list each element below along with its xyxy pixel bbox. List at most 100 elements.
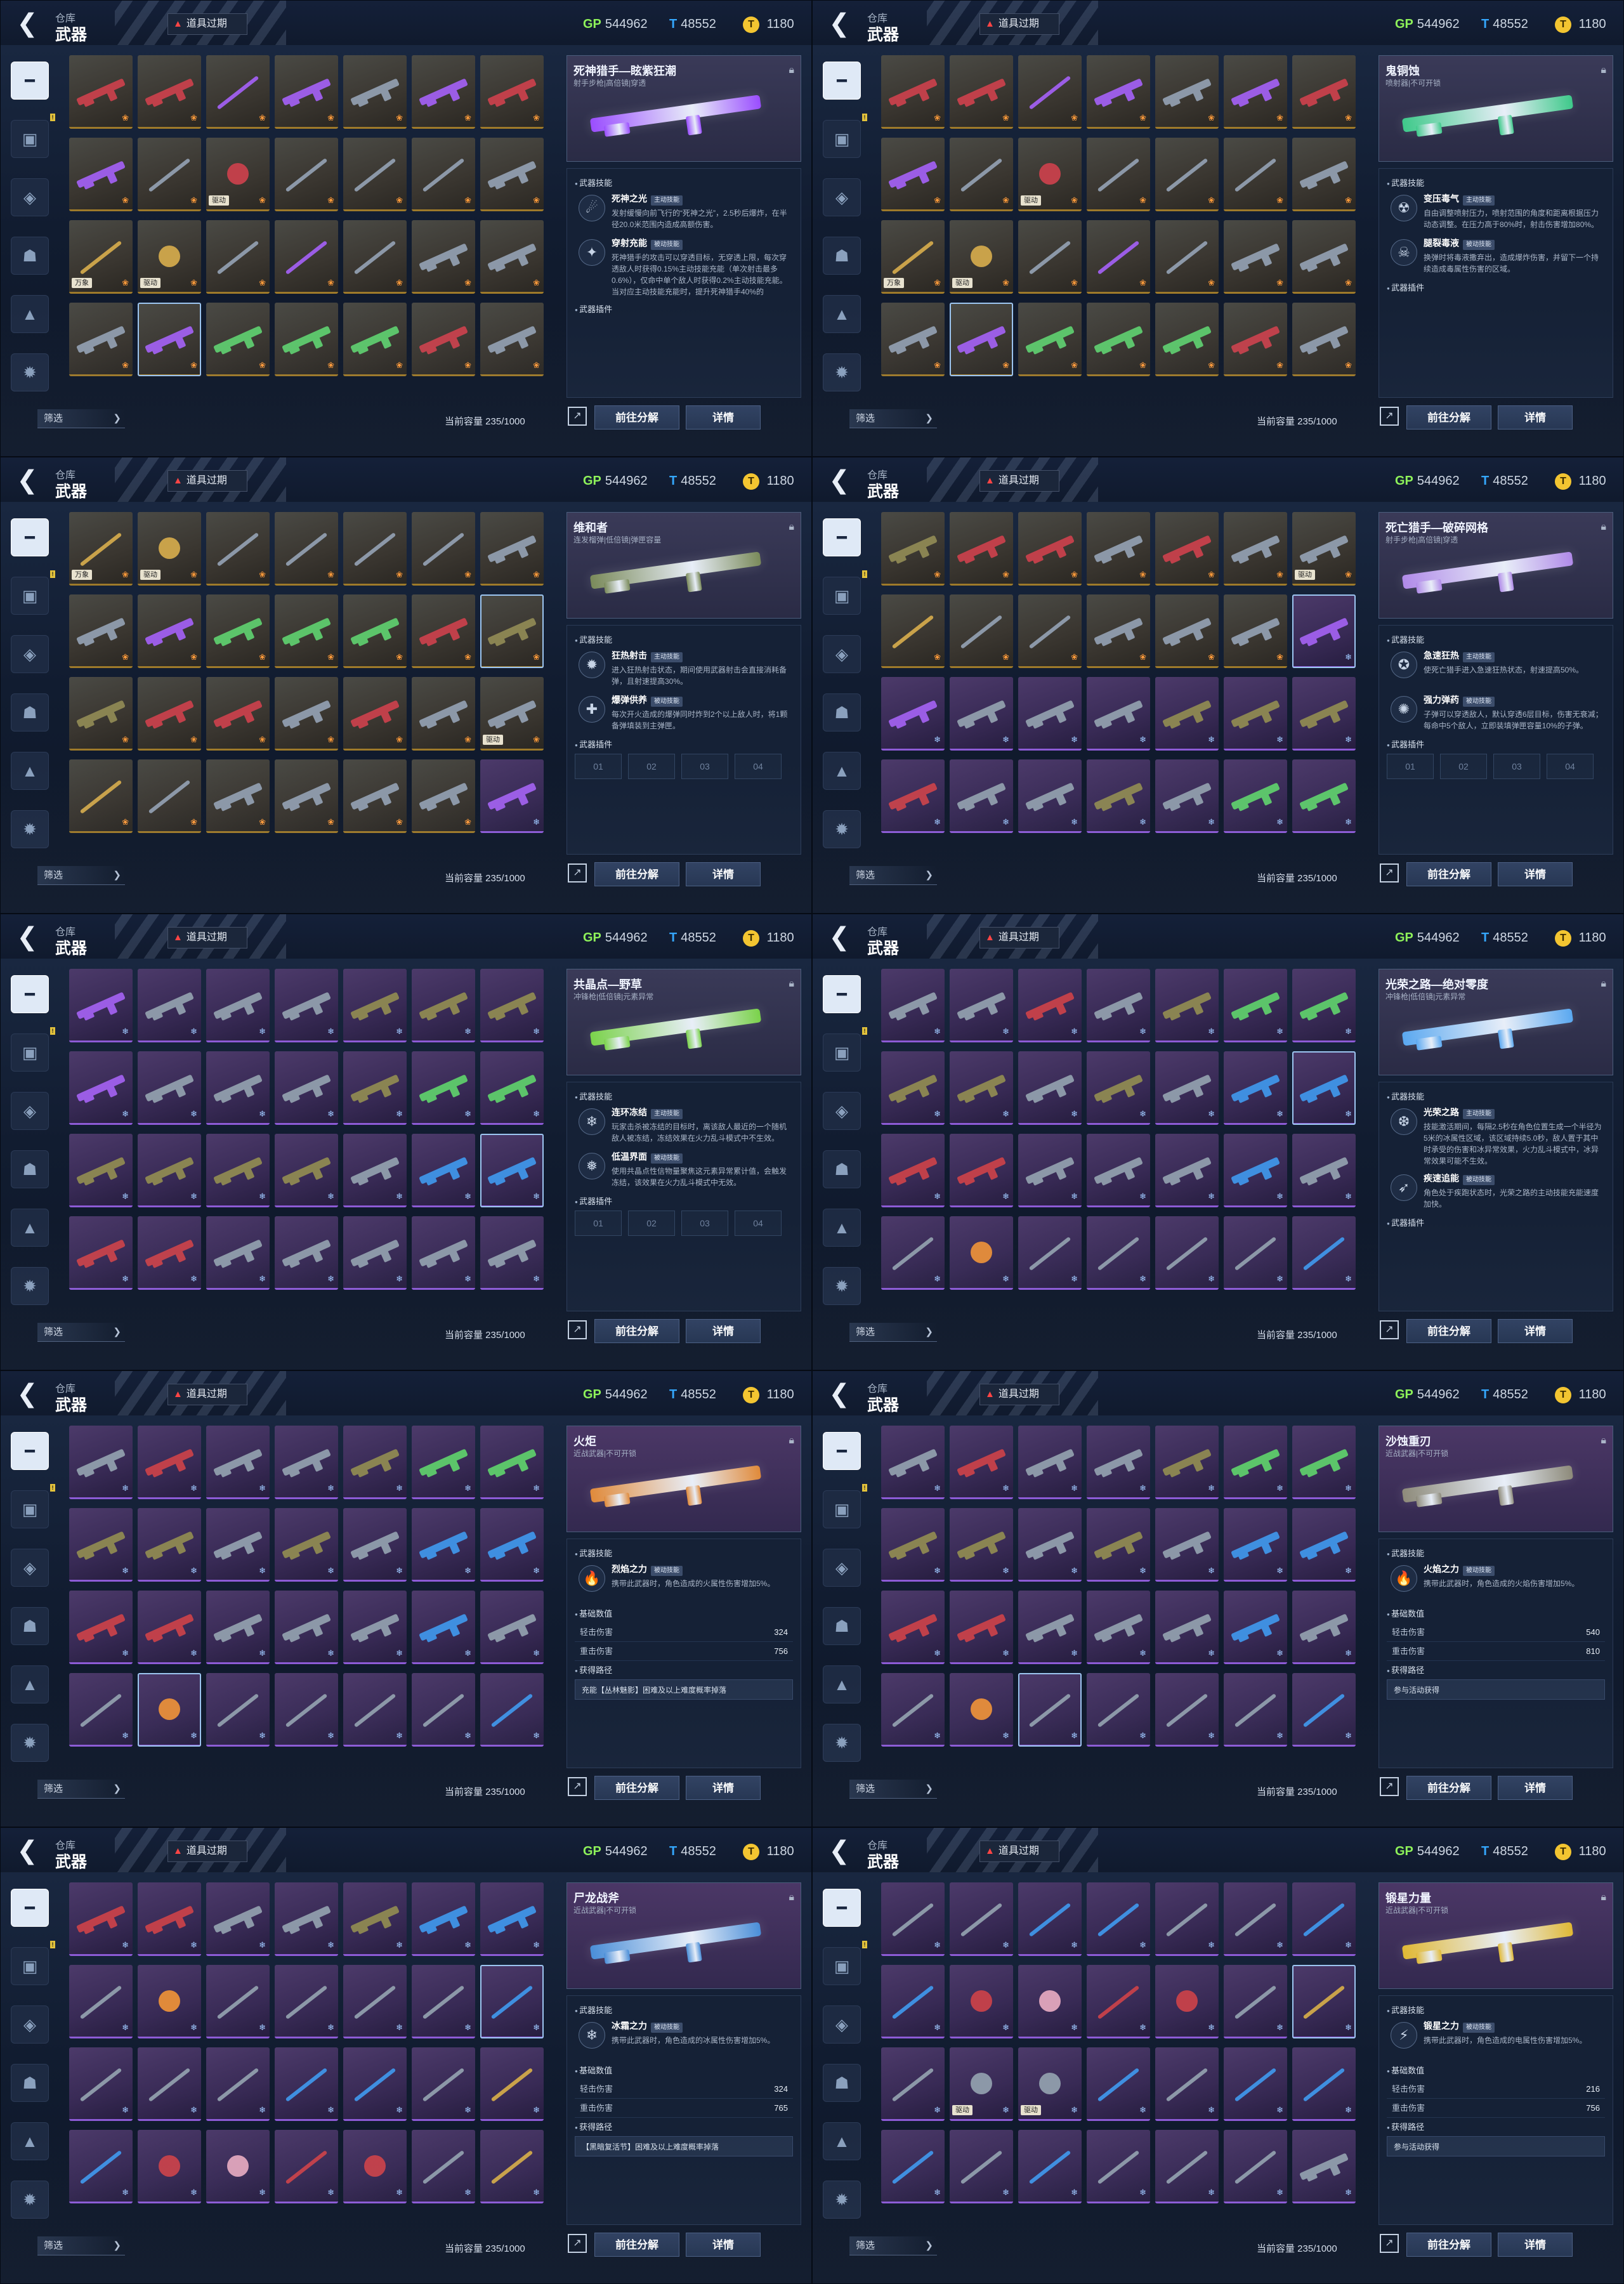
weapon-item[interactable]: ❄ — [1224, 1426, 1287, 1499]
sidebar-tab-badges[interactable]: ▲ — [11, 295, 49, 333]
weapon-item[interactable]: ❄ — [1155, 969, 1219, 1042]
weapon-item[interactable]: ❄ — [412, 2047, 475, 2121]
weapon-item[interactable]: ❄ — [1018, 1508, 1082, 1582]
lock-icon[interactable]: 🔒︎ — [789, 1892, 794, 1903]
weapon-item[interactable]: ❄ — [206, 1591, 270, 1664]
weapon-item[interactable]: ❄ — [69, 2047, 133, 2121]
weapon-item[interactable]: ❄ — [69, 1134, 133, 1207]
weapon-item[interactable]: ❀ — [881, 138, 945, 211]
share-icon[interactable]: ↗ — [1380, 863, 1399, 883]
weapon-item[interactable]: ❀ — [1087, 138, 1150, 211]
weapon-item[interactable]: ❄ — [1018, 759, 1082, 833]
plugin-slot[interactable]: 04 — [735, 754, 782, 779]
dismantle-button[interactable]: 前往分解 — [594, 2233, 679, 2257]
weapon-item[interactable]: ❄ — [1018, 677, 1082, 751]
obtain-route-link[interactable]: 充能【丛林魅影】困难及以上难度概率掉落 — [575, 1679, 793, 1700]
weapon-item[interactable]: ❄ — [881, 1426, 945, 1499]
weapon-item[interactable]: ❄ — [206, 1508, 270, 1582]
weapon-item[interactable]: ❄ — [950, 1965, 1013, 2038]
weapon-item[interactable]: ❀ — [138, 677, 201, 751]
sidebar-tab-gadgets[interactable]: ◈ — [823, 178, 861, 216]
weapon-item[interactable]: ❄ — [206, 1882, 270, 1956]
details-button[interactable]: 详情 — [1498, 1319, 1573, 1343]
weapon-item[interactable]: ❀ — [343, 220, 407, 294]
weapon-item[interactable]: ❄ — [1292, 759, 1356, 833]
weapon-item[interactable]: ❄ — [343, 969, 407, 1042]
weapon-item[interactable]: ❀ — [1087, 303, 1150, 376]
weapon-item[interactable]: ❄ — [69, 969, 133, 1042]
weapon-item[interactable]: ❄ — [1087, 2130, 1150, 2203]
weapon-item[interactable]: ❀ — [1292, 220, 1356, 294]
weapon-item[interactable]: ❄ — [1018, 1051, 1082, 1125]
weapon-item[interactable]: ❄ — [1155, 1508, 1219, 1582]
weapon-item[interactable]: ❀ — [69, 138, 133, 211]
weapon-item[interactable]: ❄ — [950, 1134, 1013, 1207]
sidebar-tab-badges[interactable]: ▲ — [823, 1665, 861, 1703]
weapon-item[interactable]: ❄ — [1155, 1216, 1219, 1290]
weapon-item[interactable]: ❀ — [950, 303, 1013, 376]
weapon-item[interactable]: ❄ — [1087, 1508, 1150, 1582]
weapon-item[interactable]: ❄ — [480, 1216, 544, 1290]
item-expire-button[interactable]: ▲ 道具过期 — [979, 927, 1059, 948]
weapon-item[interactable]: ❄ — [1155, 1882, 1219, 1956]
weapon-item[interactable]: ❄ — [950, 1882, 1013, 1956]
weapon-item[interactable]: 驱动 ❀ — [1292, 512, 1356, 586]
weapon-item[interactable]: ❀ — [950, 594, 1013, 668]
weapon-item[interactable]: ❀ — [1155, 55, 1219, 129]
weapon-item[interactable]: ❄ — [480, 969, 544, 1042]
weapon-item[interactable]: ❄ — [138, 1134, 201, 1207]
weapon-item[interactable]: ❀ — [1018, 594, 1082, 668]
weapon-item[interactable]: ❀ — [1087, 594, 1150, 668]
weapon-item[interactable]: ❄ — [275, 1673, 338, 1747]
weapon-item[interactable]: ❄ — [206, 1426, 270, 1499]
item-expire-button[interactable]: ▲ 道具过期 — [979, 13, 1059, 35]
weapon-item[interactable]: ❄ — [69, 1965, 133, 2038]
weapon-item[interactable]: ❀ — [206, 677, 270, 751]
weapon-item[interactable]: ❄ — [275, 1591, 338, 1664]
weapon-item[interactable]: ❄ — [138, 2130, 201, 2203]
share-icon[interactable]: ↗ — [1380, 407, 1399, 426]
share-icon[interactable]: ↗ — [568, 863, 587, 883]
weapon-item[interactable]: ❀ — [1155, 512, 1219, 586]
weapon-item[interactable]: ❄ — [1224, 759, 1287, 833]
weapon-item[interactable]: ❄ — [1018, 1591, 1082, 1664]
weapon-item[interactable]: ❄ — [138, 1216, 201, 1290]
sidebar-tab-armor[interactable]: ☗ — [11, 1607, 49, 1645]
weapon-item[interactable]: ❄ — [1292, 1426, 1356, 1499]
weapon-item[interactable]: ❄ — [1292, 1134, 1356, 1207]
sidebar-tab-gadgets[interactable]: ◈ — [11, 1549, 49, 1587]
sidebar-tab-weapons[interactable]: ━ — [11, 518, 49, 556]
weapon-item[interactable]: 驱动 ❄ — [950, 2047, 1013, 2121]
weapon-item[interactable]: ❀ — [1224, 303, 1287, 376]
weapon-item[interactable]: ❄ — [950, 969, 1013, 1042]
weapon-item[interactable]: ❄ — [950, 1426, 1013, 1499]
lock-icon[interactable]: 🔒︎ — [789, 978, 794, 990]
sidebar-tab-emblems[interactable]: ✹ — [823, 810, 861, 848]
weapon-item[interactable]: ❀ — [1087, 220, 1150, 294]
filter-button[interactable]: 筛选 ❯ — [849, 866, 937, 885]
weapon-item[interactable]: ❄ — [881, 1965, 945, 2038]
weapon-item[interactable]: ❀ — [881, 55, 945, 129]
weapon-item[interactable]: ❀ — [69, 677, 133, 751]
details-button[interactable]: 详情 — [686, 405, 761, 430]
sidebar-tab-emblems[interactable]: ✹ — [11, 1724, 49, 1762]
weapon-item[interactable]: ❀ — [138, 55, 201, 129]
weapon-item[interactable]: 驱动 ❀ — [480, 677, 544, 751]
share-icon[interactable]: ↗ — [568, 2234, 587, 2253]
weapon-item[interactable]: ❄ — [69, 1882, 133, 1956]
weapon-item[interactable]: ❄ — [1224, 1216, 1287, 1290]
weapon-item[interactable]: ❄ — [343, 1965, 407, 2038]
dismantle-button[interactable]: 前往分解 — [1406, 1319, 1491, 1343]
lock-icon[interactable]: 🔒︎ — [789, 1435, 794, 1447]
weapon-item[interactable]: ❀ — [69, 55, 133, 129]
weapon-item[interactable]: ❄ — [1292, 1508, 1356, 1582]
back-arrow-icon[interactable]: ❮ — [11, 466, 44, 494]
sidebar-tab-armor[interactable]: ☗ — [11, 693, 49, 732]
weapon-item[interactable]: ❄ — [69, 1508, 133, 1582]
weapon-item[interactable]: ❄ — [343, 1673, 407, 1747]
weapon-item[interactable]: ❀ — [480, 303, 544, 376]
sidebar-tab-badges[interactable]: ▲ — [11, 2122, 49, 2160]
weapon-item[interactable]: ❄ — [412, 1426, 475, 1499]
weapon-item[interactable]: ❄ — [950, 1591, 1013, 1664]
share-icon[interactable]: ↗ — [568, 407, 587, 426]
